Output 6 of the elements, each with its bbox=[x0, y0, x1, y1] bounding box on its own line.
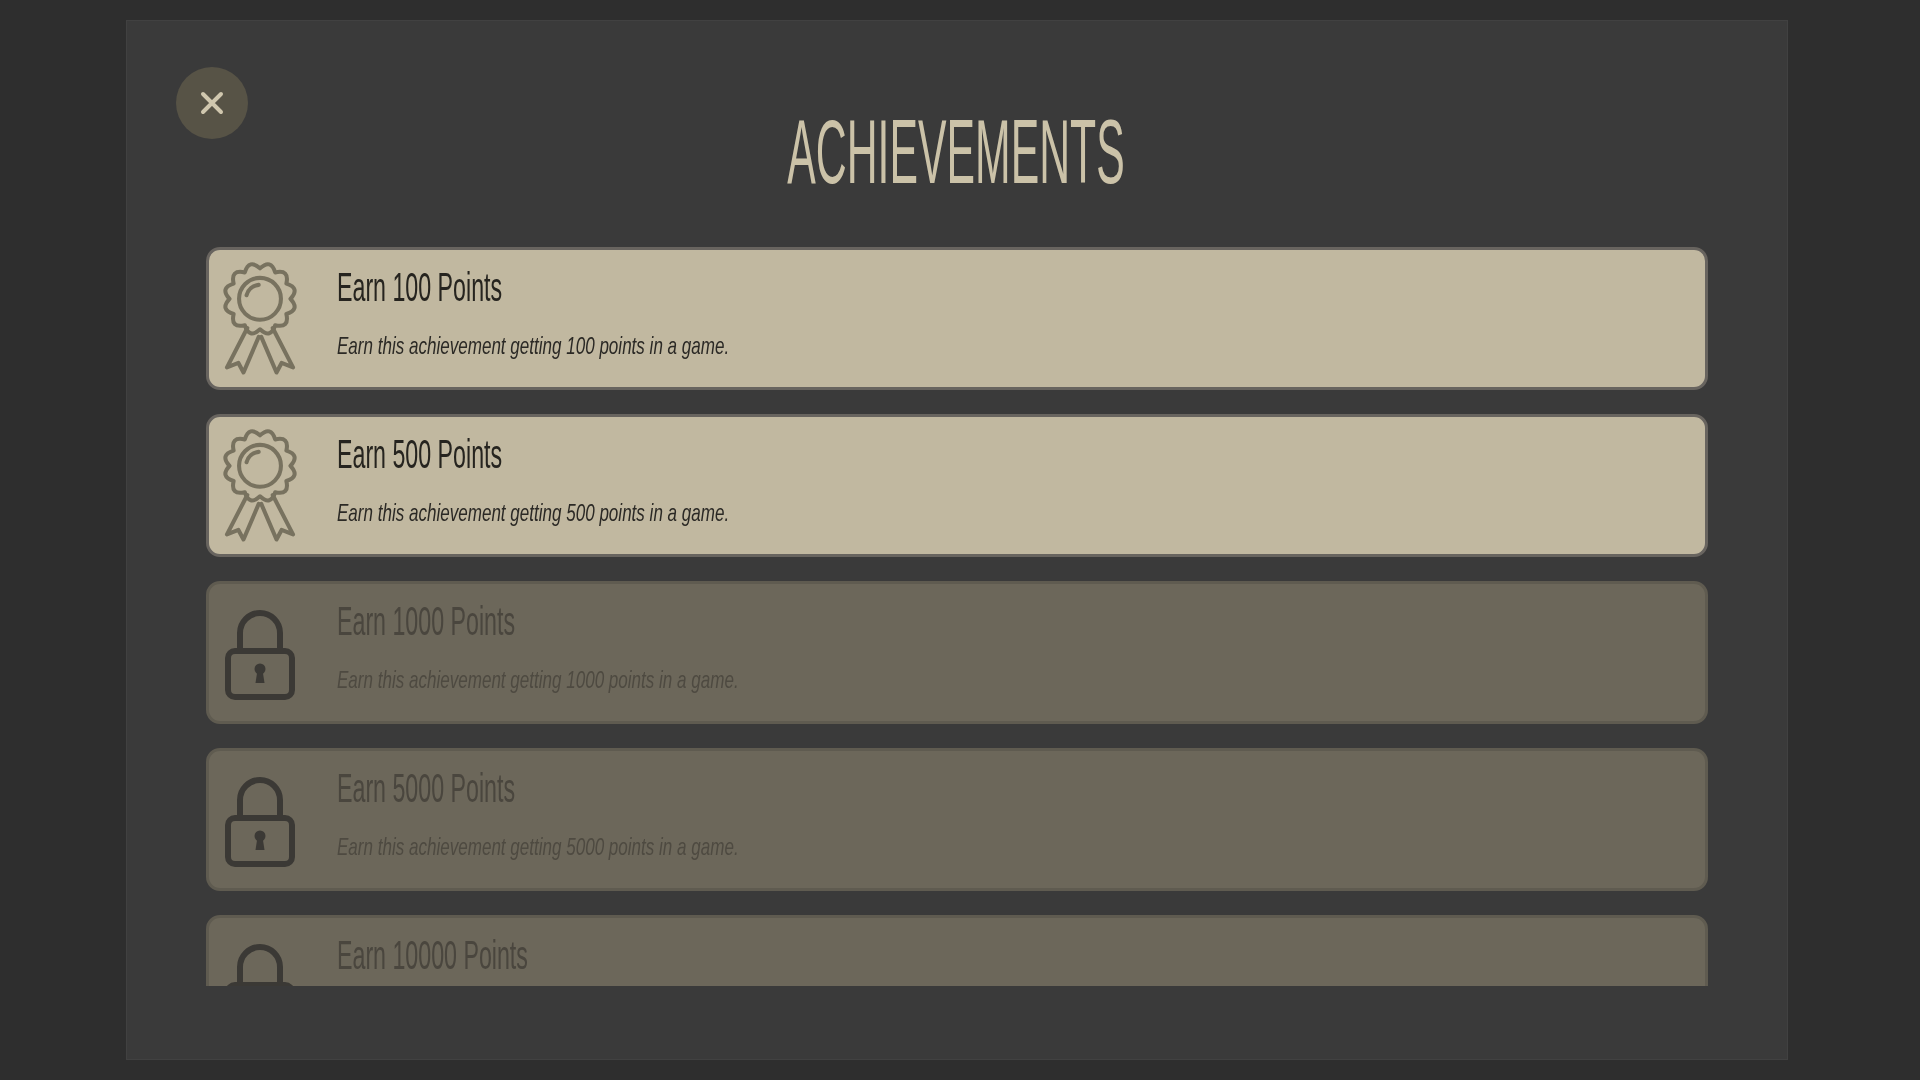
achievement-description: Earn this achievement getting 500 points in a game. bbox=[337, 501, 730, 525]
close-icon bbox=[200, 91, 224, 115]
page-title: ACHIEVEMENTS bbox=[787, 106, 1126, 197]
achievement-title: Earn 100 Points bbox=[337, 267, 503, 307]
achievement-title: Earn 500 Points bbox=[337, 434, 503, 474]
achievement-description: Earn this achievement getting 100 points in a game. bbox=[337, 334, 730, 358]
